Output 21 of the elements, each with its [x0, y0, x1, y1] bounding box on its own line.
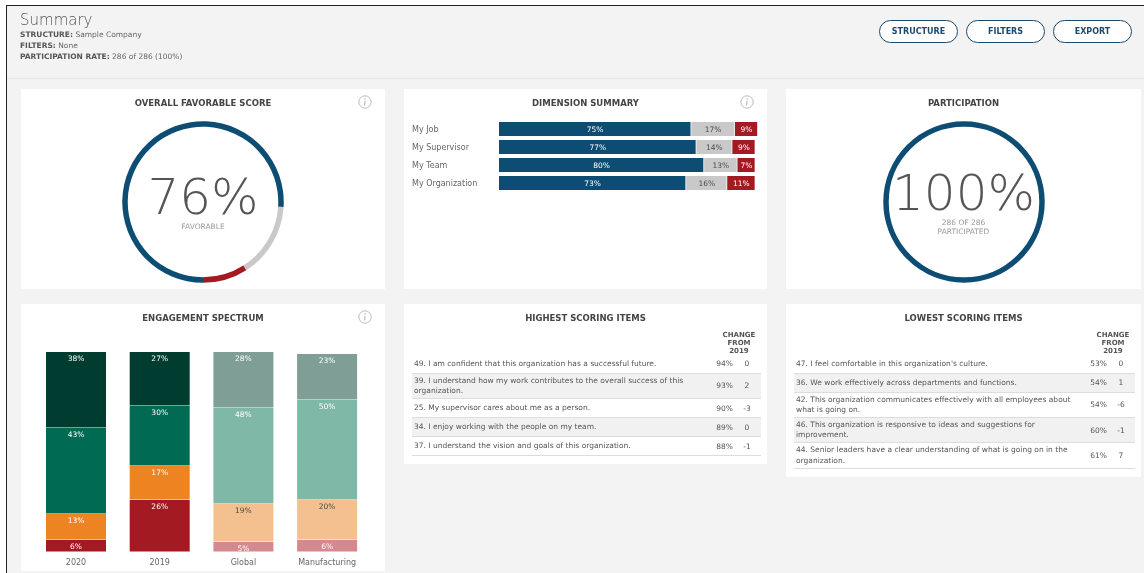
- axis-label: Manufacturing: [298, 557, 357, 567]
- card-title: PARTICIPATION: [927, 98, 1000, 108]
- bar-segment: [129, 351, 190, 406]
- axis-label: My Job: [412, 124, 439, 134]
- axis-label: My Organization: [412, 178, 478, 188]
- axis-label: 2020: [65, 557, 87, 567]
- axis-label: 2019: [149, 557, 170, 567]
- toolbar-button[interactable]: FILTERS: [966, 20, 1045, 43]
- toolbar-button[interactable]: EXPORT: [1053, 20, 1132, 43]
- score-value: 76%: [147, 172, 259, 223]
- toolbar-button[interactable]: STRUCTURE: [879, 20, 958, 43]
- card-title: DIMENSION SUMMARY: [532, 98, 639, 108]
- card-title: LOWEST SCORING ITEMS: [904, 313, 1023, 323]
- score-value: 100%: [892, 167, 1035, 218]
- card-title: OVERALL FAVORABLE SCORE: [134, 98, 272, 108]
- card-title: ENGAGEMENT SPECTRUM: [142, 313, 264, 323]
- axis-label: My Team: [412, 160, 448, 170]
- axis-label: Global: [230, 557, 257, 567]
- axis-label: My Supervisor: [412, 142, 469, 152]
- page-title: Summary: [20, 12, 94, 29]
- card-title: HIGHEST SCORING ITEMS: [525, 313, 646, 323]
